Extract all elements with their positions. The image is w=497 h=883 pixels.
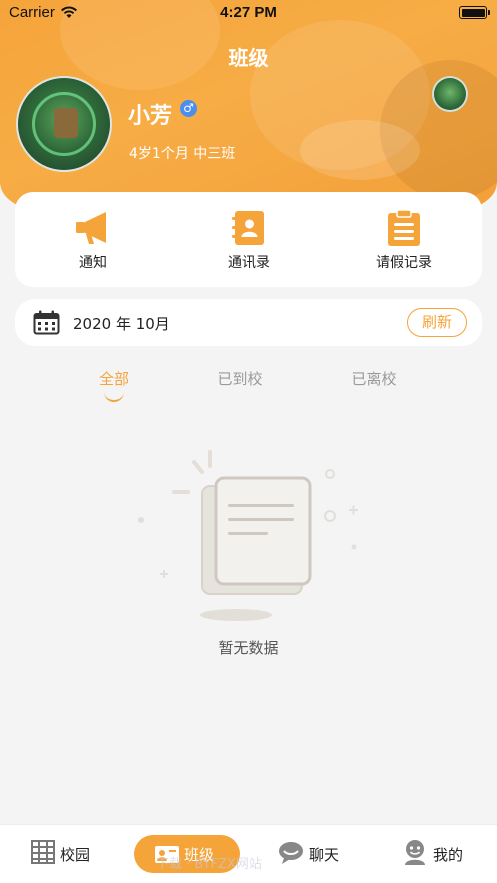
selected-month[interactable]: 2020 年 10月 [73, 313, 170, 334]
tab-arrived[interactable]: 已到校 [195, 368, 285, 389]
refresh-button[interactable]: 刷新 [407, 308, 467, 337]
nav-campus[interactable]: 校园 [30, 835, 110, 873]
nav-chat[interactable]: 聊天 [278, 835, 358, 873]
quick-actions-card: 通知 通讯录 请假记录 [15, 192, 482, 287]
switch-student-avatar[interactable] [432, 76, 468, 112]
clock: 4:27 PM [220, 4, 277, 21]
notice-button[interactable]: 通知 [15, 192, 171, 287]
contacts-label: 通讯录 [228, 255, 270, 271]
student-avatar[interactable] [16, 76, 112, 172]
page-title: 班级 [228, 46, 269, 70]
contacts-book-icon [232, 211, 264, 245]
tab-all[interactable]: 全部 [69, 368, 159, 389]
building-icon [31, 840, 55, 864]
photo-backdrop [300, 120, 420, 180]
nav-campus-label: 校园 [60, 846, 91, 864]
active-tab-indicator [104, 392, 124, 402]
leave-records-button[interactable]: 请假记录 [326, 192, 482, 287]
contacts-button[interactable]: 通讯录 [171, 192, 327, 287]
status-bar: Carrier 4:27 PM [0, 0, 497, 26]
bottom-nav: 校园 班级 聊天 我的 下载 · BYFZX网站 [0, 824, 497, 883]
empty-state-message: 暂无数据 [218, 639, 279, 657]
battery-icon [459, 6, 490, 19]
nav-profile[interactable]: 我的 [402, 835, 482, 873]
notice-label: 通知 [79, 255, 107, 271]
leave-records-label: 请假记录 [376, 255, 432, 271]
profile-icon [405, 840, 425, 865]
tab-left-school[interactable]: 已离校 [329, 368, 419, 389]
megaphone-icon [76, 212, 106, 244]
student-age-class: 4岁1个月 中三班 [129, 146, 236, 162]
avatar-image-figure [54, 108, 78, 138]
nav-chat-label: 聊天 [309, 846, 340, 864]
nav-profile-label: 我的 [433, 846, 464, 864]
watermark-text: 下载 · BYFZX网站 [156, 857, 262, 872]
empty-documents-illustration [138, 450, 358, 621]
calendar-icon[interactable] [33, 310, 60, 335]
clipboard-icon [388, 209, 420, 246]
student-name: 小芳 [128, 104, 173, 129]
male-gender-icon: ♂ [180, 100, 197, 117]
chat-icon [279, 842, 303, 864]
date-bar: 2020 年 10月 刷新 [15, 299, 482, 346]
